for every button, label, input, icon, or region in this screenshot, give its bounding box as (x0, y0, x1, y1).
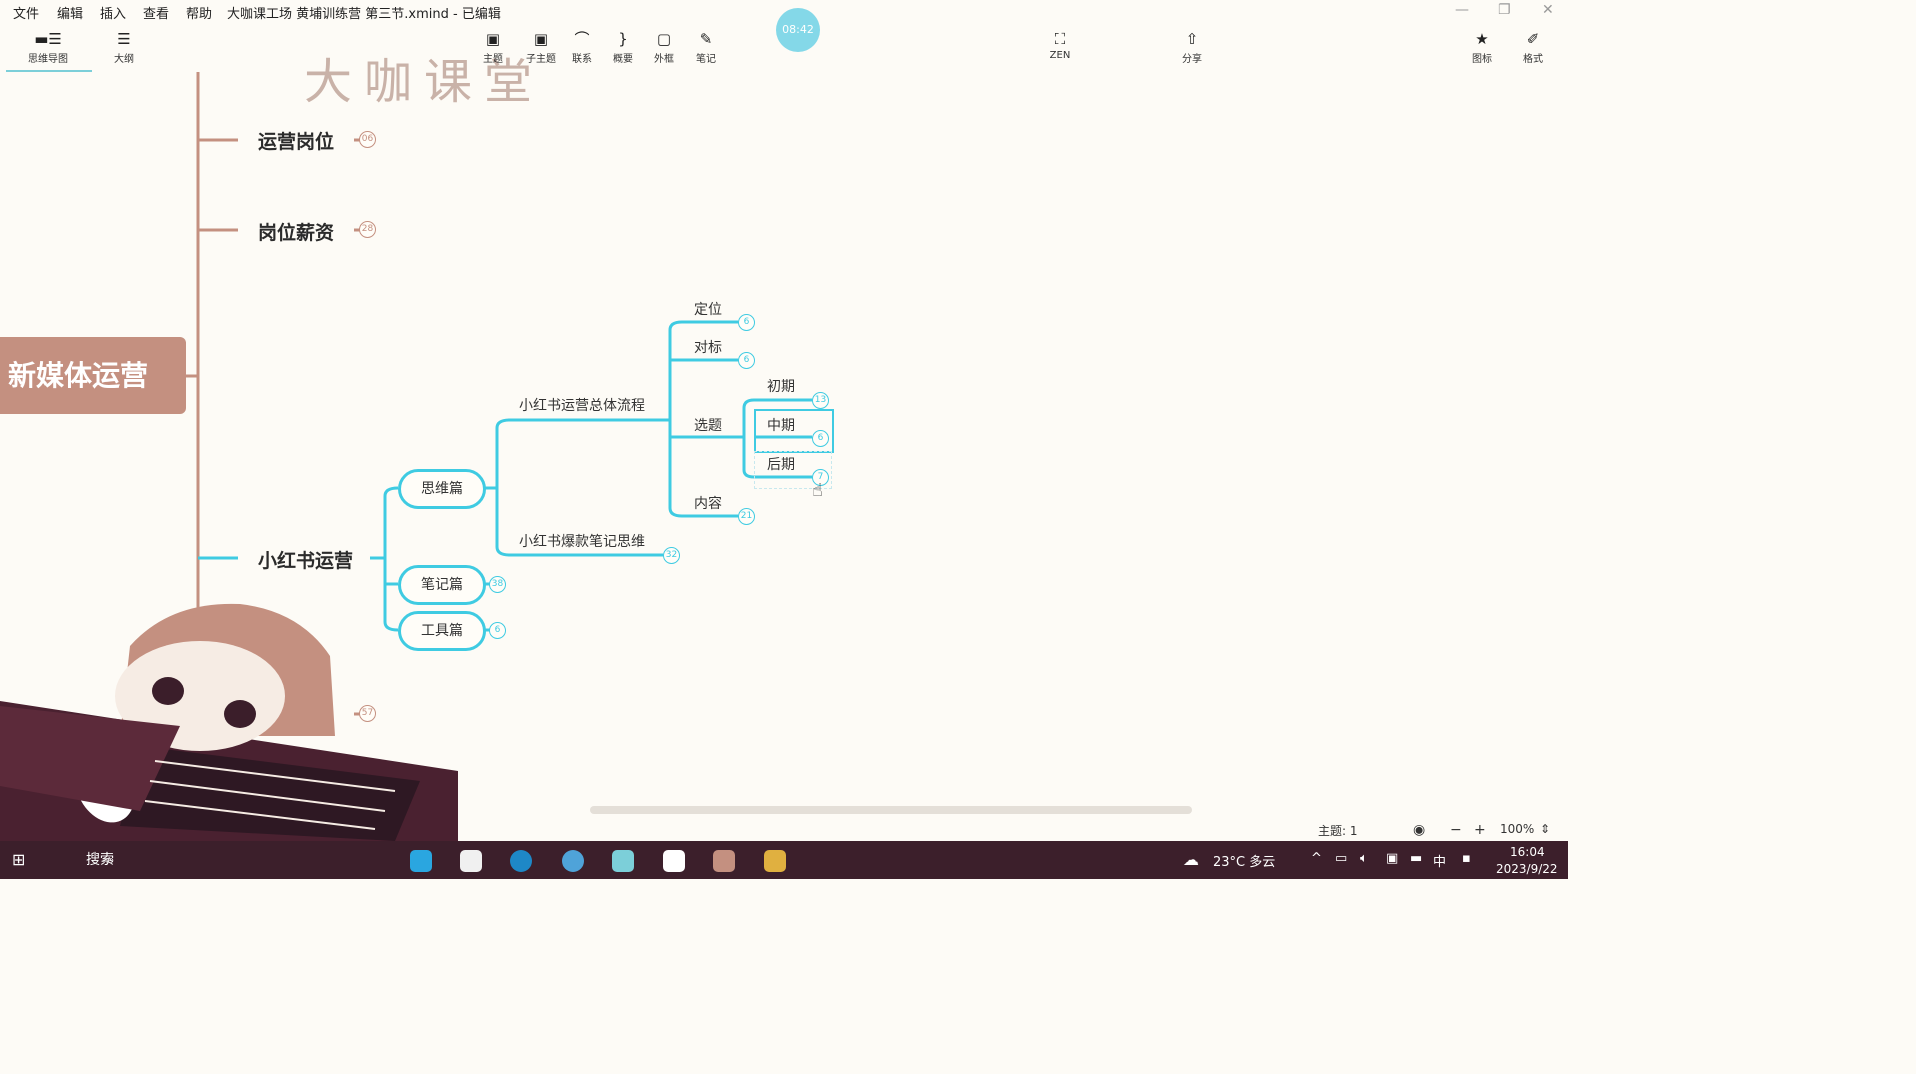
topic-duibiao[interactable]: 对标 (694, 337, 722, 357)
screenshot-icon[interactable]: ▣ (1386, 851, 1398, 866)
clock-date[interactable]: 2023/9/22 (1496, 862, 1558, 876)
topic-count: 主题: 1 (1318, 824, 1358, 838)
zoom-level[interactable]: 100% (1500, 822, 1534, 836)
zoom-in-button[interactable]: + (1474, 822, 1486, 838)
network-icon[interactable]: ▭ (1335, 851, 1347, 866)
mascot-illustration (0, 603, 458, 841)
collapsed-count-badge[interactable]: 6 (738, 314, 755, 331)
tray-chevron-icon[interactable]: ^ (1311, 851, 1322, 866)
topic-baokuan[interactable]: 小红书爆款笔记思维 (519, 531, 645, 551)
topic-yunying-gangwei[interactable]: 运营岗位 (258, 127, 334, 154)
collapsed-count-badge[interactable]: 6 (489, 622, 506, 639)
edge-browser-icon[interactable] (510, 850, 532, 872)
xmind-icon[interactable] (713, 850, 735, 872)
taskbar-search[interactable]: ⌕ 搜索 (40, 845, 330, 875)
collapsed-count-badge[interactable]: 38 (489, 576, 506, 593)
volume-icon[interactable]: 🔈︎ (1360, 851, 1368, 866)
weather-cloud-icon: ☁ (1183, 850, 1199, 869)
root-topic[interactable]: 新媒体运营 (0, 337, 186, 414)
topic-xiaohongshu-yunying[interactable]: 小红书运营 (258, 546, 353, 573)
collapsed-count-badge[interactable]: 06 (359, 131, 376, 148)
folder-icon[interactable] (764, 850, 786, 872)
connector-chuqi (742, 398, 812, 409)
topic-neirong[interactable]: 内容 (694, 493, 722, 513)
connector-flow (495, 418, 670, 429)
collapsed-count-badge[interactable]: 32 (663, 547, 680, 564)
topic-siwei[interactable]: 思维篇 (398, 469, 486, 509)
zoom-stepper-icon[interactable]: ⇕ (1540, 822, 1550, 836)
taskbar: ⊞ ⌕ 搜索 ☁ 23°C 多云 ^ ▭ 🔈︎ ▣ ▬ 中 ▪ 16:04 20… (0, 841, 1568, 879)
search-icon: ⌕ (106, 850, 115, 869)
topic-flow[interactable]: 小红书运营总体流程 (519, 395, 645, 415)
mascot-image (0, 596, 458, 841)
eye-icon[interactable]: ◉ (1413, 822, 1425, 838)
notepad-icon[interactable] (612, 850, 634, 872)
connector-siwei (383, 486, 399, 497)
app-tray-icon[interactable]: ▪ (1462, 851, 1471, 866)
telegram-icon[interactable] (410, 850, 432, 872)
ime-indicator[interactable]: 中 (1433, 851, 1446, 870)
hand-cursor-icon: ☝ (812, 480, 823, 501)
collapsed-count-badge[interactable]: 6 (738, 352, 755, 369)
topic-xuanti[interactable]: 选题 (694, 415, 722, 435)
windows-start-icon[interactable]: ⊞ (12, 850, 25, 869)
chrome-icon[interactable] (562, 850, 584, 872)
app-icon[interactable] (663, 850, 685, 872)
weather-text[interactable]: 23°C 多云 (1213, 851, 1275, 870)
topic-houqi[interactable]: 后期 (767, 454, 795, 474)
collapsed-count-badge[interactable]: 21 (738, 508, 755, 525)
collapsed-count-badge[interactable]: 13 (812, 392, 829, 409)
topic-zhongqi[interactable]: 中期 (767, 415, 795, 435)
music-icon[interactable] (460, 850, 482, 872)
collapsed-count-badge[interactable]: 28 (359, 221, 376, 238)
clock-time[interactable]: 16:04 (1510, 845, 1545, 859)
zoom-out-button[interactable]: − (1450, 822, 1462, 838)
connector-dingwei (668, 320, 738, 331)
horizontal-scrollbar[interactable] (590, 806, 1192, 814)
collapsed-count-badge[interactable]: 6 (812, 430, 829, 447)
topic-chuqi[interactable]: 初期 (767, 376, 795, 396)
battery-icon[interactable]: ▬ (1410, 851, 1422, 866)
topic-dingwei[interactable]: 定位 (694, 299, 722, 319)
topic-gangwei-xinzi[interactable]: 岗位薪资 (258, 218, 334, 245)
